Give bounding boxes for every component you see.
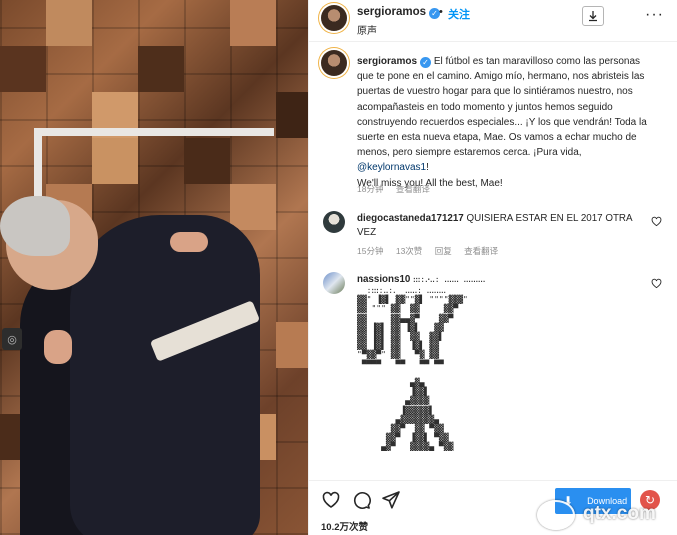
door-frame xyxy=(34,128,274,136)
post-panel: sergioramos ✓ • 关注 原声 ··· sergioramos ✓ El… xyxy=(308,0,677,535)
wall-tile xyxy=(276,322,308,368)
person-front xyxy=(70,215,260,535)
reply-link[interactable]: 回复 xyxy=(435,246,452,256)
caption-avatar[interactable] xyxy=(321,50,347,76)
post-photo[interactable]: ◎ xyxy=(0,0,308,535)
comment-username[interactable]: diegocastaneda171217 xyxy=(357,213,464,224)
comment-time[interactable]: 15分钟 xyxy=(357,246,383,256)
wall-tile xyxy=(138,46,184,92)
wall-tile xyxy=(184,138,230,184)
wall-tile xyxy=(46,0,92,46)
wall-tile xyxy=(0,46,46,92)
ascii-art: ꞉ꓽꓽꓽ꞉ꓸꓸ꞉ꓸ ꓸꓸꓸꓸꓸ꞉ ꓸꓸꓸꓸꓸꓸꓸꓸ ▓▓" ▐▓▌ ▓▓""▓▌… xyxy=(357,286,468,452)
media-toggle-icon[interactable]: ◎ xyxy=(2,328,22,350)
translate-link[interactable]: 查看翻译 xyxy=(464,246,498,256)
heart-icon[interactable] xyxy=(321,490,341,510)
author-username[interactable]: sergioramos xyxy=(357,6,426,18)
caption-time[interactable]: 18分钟 xyxy=(357,184,383,194)
wall-tile xyxy=(276,92,308,138)
wall-tile xyxy=(230,184,276,230)
watermark-text: qtx.com xyxy=(583,503,656,524)
download-icon[interactable] xyxy=(582,6,604,26)
watermark: qtx.com xyxy=(537,503,677,529)
audio-label[interactable]: 原声 xyxy=(357,22,377,37)
comment-icon[interactable] xyxy=(351,490,371,510)
separator-dot: • xyxy=(439,6,443,18)
wall-tile xyxy=(230,0,276,46)
share-icon[interactable] xyxy=(381,490,401,510)
comment: nassions10 ꓽꓽꓽ꞉ꓸꞏꓸꓸ꞉ ꓸꓸꓸꓸꓸꓸ ꓸꓸꓸꓸꓸꓸꓸꓸꓸ xyxy=(357,274,485,285)
more-icon[interactable]: ··· xyxy=(645,6,664,24)
comment-likes[interactable]: 13次赞 xyxy=(396,246,422,256)
commenter-avatar[interactable] xyxy=(323,272,345,294)
hand xyxy=(44,330,72,364)
verified-icon: ✓ xyxy=(420,57,432,68)
like-count[interactable]: 10.2万次赞 xyxy=(321,519,368,533)
mention-link[interactable]: @keylornavas1 xyxy=(357,162,426,173)
hand xyxy=(170,232,208,252)
commenter-avatar[interactable] xyxy=(323,211,345,233)
caption-meta: 18分钟 查看翻译 xyxy=(357,183,440,195)
translate-link[interactable]: 查看翻译 xyxy=(396,184,430,194)
comment-text: ꓽꓽꓽ꞉ꓸꞏꓸꓸ꞉ ꓸꓸꓸꓸꓸꓸ ꓸꓸꓸꓸꓸꓸꓸꓸꓸ xyxy=(413,275,486,284)
avatar[interactable] xyxy=(321,5,347,31)
wall-tile xyxy=(92,138,138,184)
person-hair xyxy=(0,196,70,256)
post-caption: sergioramos ✓ El fútbol es tan maravillos… xyxy=(357,54,657,191)
heart-icon[interactable] xyxy=(651,278,662,289)
follow-button[interactable]: 关注 xyxy=(448,6,470,22)
post-header: sergioramos ✓ • 关注 原声 ··· xyxy=(309,0,677,42)
comment: diegocastaneda171217 QUISIERA ESTAR EN E… xyxy=(357,212,637,240)
caption-text: El fútbol es tan maravilloso como las pe… xyxy=(357,56,647,159)
heart-icon[interactable] xyxy=(651,216,662,227)
author-name[interactable]: sergioramos ✓ xyxy=(357,6,441,19)
comment-username[interactable]: nassions10 xyxy=(357,274,410,285)
mention-suffix: ! xyxy=(426,162,429,174)
comment-meta: 15分钟 13次赞 回复 查看翻译 xyxy=(357,245,508,257)
caption-username[interactable]: sergioramos xyxy=(357,56,417,67)
